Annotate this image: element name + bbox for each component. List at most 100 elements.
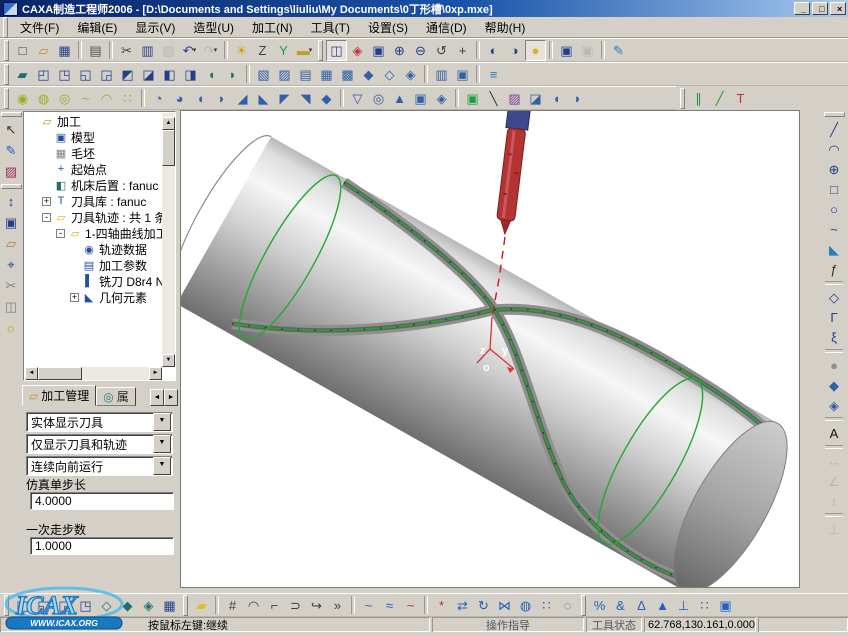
rib-feature-icon[interactable]: ▤▾ xyxy=(295,64,316,85)
hatch-tool-icon[interactable]: ▨▾ xyxy=(504,88,525,109)
copy-icon[interactable]: ▥▾ xyxy=(137,40,158,61)
spline-delete-icon[interactable]: ~ xyxy=(400,595,421,616)
rotate-view-icon[interactable]: ↺▾ xyxy=(431,40,452,61)
rotate-3d-icon[interactable]: ↻ xyxy=(473,595,494,616)
array-circular-icon[interactable]: ◌ xyxy=(557,595,578,616)
tree-expander-icon[interactable]: - xyxy=(42,213,51,222)
percent-tool-icon[interactable]: % xyxy=(589,595,610,616)
revolve-surface-icon[interactable]: ◈ xyxy=(824,395,845,415)
break-curve-icon[interactable]: » xyxy=(327,595,348,616)
redo-icon[interactable]: ↷▾ xyxy=(200,40,221,61)
trim-surface-icon[interactable]: ◪▾ xyxy=(525,88,546,109)
solid-cylinder-icon[interactable]: ◱ xyxy=(33,595,54,616)
scrollbar-thumb[interactable] xyxy=(162,130,175,166)
curve-fillet-icon[interactable]: ◠▾ xyxy=(96,88,117,109)
window-copy-icon[interactable]: ▣ xyxy=(715,595,736,616)
loft-boss-icon[interactable]: ◲▾ xyxy=(96,64,117,85)
redraw-icon[interactable]: ◈▾ xyxy=(347,40,368,61)
surface-ruled-icon[interactable]: ◔▾ xyxy=(148,88,169,109)
chamfer-curve-icon[interactable]: ⌐ xyxy=(264,595,285,616)
minimize-button[interactable]: _ xyxy=(794,2,810,15)
view-envelope-icon[interactable]: ◫ xyxy=(1,296,22,317)
draft-feature-icon[interactable]: ▨▾ xyxy=(274,64,295,85)
trajectory-line-icon[interactable]: ╱▾ xyxy=(709,88,730,109)
delete-eraser-icon[interactable]: ▰ xyxy=(191,595,212,616)
menu-help[interactable]: 帮助(H) xyxy=(476,17,535,38)
trim-scissors-icon[interactable]: ✂ xyxy=(1,275,22,296)
line-tool-icon[interactable]: ╲▾ xyxy=(483,88,504,109)
tree-expander-icon[interactable]: - xyxy=(56,229,65,238)
shaded-display-icon[interactable]: ●▾ xyxy=(525,40,546,61)
menu-communication[interactable]: 通信(D) xyxy=(417,17,476,38)
tree-expander-icon[interactable]: + xyxy=(70,293,79,302)
trim-curve-icon[interactable]: ⊃ xyxy=(285,595,306,616)
grid-surface-icon[interactable]: ▣▾ xyxy=(410,88,431,109)
arc-icon[interactable]: ◠ xyxy=(824,139,845,159)
curve-grid-icon[interactable]: ∷▾ xyxy=(117,88,138,109)
viewport[interactable]: z y o xyxy=(180,110,800,588)
toolbar-grip[interactable] xyxy=(318,40,323,61)
scroll-down-icon[interactable]: ▼ xyxy=(162,354,175,367)
zoom-out-icon[interactable]: ⊖▾ xyxy=(410,40,431,61)
feature-tree-icon[interactable]: ≡▾ xyxy=(483,64,504,85)
toolbar-grip[interactable] xyxy=(183,595,188,616)
scroll-left-icon[interactable]: ◄ xyxy=(25,367,38,380)
datum-tool-icon[interactable]: ⊥ xyxy=(673,595,694,616)
tree-vertical-scrollbar[interactable]: ▲ ▼ xyxy=(162,113,175,367)
mesh-tool-icon[interactable]: ▲▾ xyxy=(389,88,410,109)
dynamic-view-icon[interactable]: Z▾ xyxy=(252,40,273,61)
revolve-cut-icon[interactable]: ◪▾ xyxy=(138,64,159,85)
tree-item-toolpaths[interactable]: - ▱ 刀具轨迹 : 共 1 条 xyxy=(25,209,162,225)
cut-icon[interactable]: ✂▾ xyxy=(116,40,137,61)
appearance-pen-icon[interactable]: ✎▾ xyxy=(608,40,629,61)
loft-cut-icon[interactable]: ◨▾ xyxy=(180,64,201,85)
shell-feature-icon[interactable]: ▧▾ xyxy=(253,64,274,85)
translate-icon[interactable]: ⇄ xyxy=(452,595,473,616)
polygon-icon[interactable]: ◇ xyxy=(824,287,845,307)
tree-item-model[interactable]: ▣ 模型 xyxy=(25,129,162,145)
render-image-icon[interactable]: ▨ xyxy=(1,161,22,182)
fillet-feature-icon[interactable]: ◖▾ xyxy=(201,64,222,85)
tree-item-start-point[interactable]: + 起始点 xyxy=(25,161,162,177)
tree-item-machining-params[interactable]: ▤ 加工参数 xyxy=(25,257,162,273)
new-file-icon[interactable]: □▾ xyxy=(12,40,33,61)
open-file-icon[interactable]: ▱▾ xyxy=(33,40,54,61)
extrude-cut-icon[interactable]: ◩▾ xyxy=(117,64,138,85)
hint-bulb-icon[interactable]: ☼ xyxy=(1,317,22,338)
solid-torus-icon[interactable]: ◆ xyxy=(117,595,138,616)
toolbar-grip[interactable] xyxy=(4,64,9,85)
simulate-tool-icon[interactable]: T▾ xyxy=(730,88,751,109)
toolbar-grip[interactable] xyxy=(3,17,8,38)
explode-icon[interactable]: * xyxy=(431,595,452,616)
zoom-in-icon[interactable]: ⊕▾ xyxy=(389,40,410,61)
delta-tool-icon[interactable]: Δ xyxy=(631,595,652,616)
datum-icon[interactable]: ⊥ xyxy=(824,519,845,539)
wireframe-tool-icon[interactable]: ▽▾ xyxy=(347,88,368,109)
solid-wedge-icon[interactable]: ◇ xyxy=(96,595,117,616)
boolean-add-icon[interactable]: ◆▾ xyxy=(358,64,379,85)
hidden-line-display-icon[interactable]: ◑▾ xyxy=(504,40,525,61)
menu-settings[interactable]: 设置(S) xyxy=(359,17,417,38)
dropdown-arrow-icon[interactable]: ▾ xyxy=(193,47,197,54)
toolbar-grip[interactable] xyxy=(680,88,685,109)
toolbar-grip[interactable] xyxy=(4,40,9,61)
spline-edit-icon[interactable]: ~ xyxy=(358,595,379,616)
zoom-window-icon[interactable]: ▣▾ xyxy=(368,40,389,61)
curve-arc-icon[interactable]: ◎▾ xyxy=(54,88,75,109)
undo-icon[interactable]: ↶▾ xyxy=(179,40,200,61)
tree-expander-icon[interactable]: + xyxy=(42,197,51,206)
point-tool-icon[interactable]: ◎▾ xyxy=(368,88,389,109)
surface-extend-icon[interactable]: ◥▾ xyxy=(295,88,316,109)
render-lamp-icon[interactable]: ☀▾ xyxy=(231,40,252,61)
spline-insert-icon[interactable]: ≈ xyxy=(379,595,400,616)
tree-item-tool-library[interactable]: + T 刀具库 : fanuc xyxy=(25,193,162,209)
surface-mesh-icon[interactable]: ◢▾ xyxy=(232,88,253,109)
tree-item-4axis-curve-machining[interactable]: - ▱ 1-四轴曲线加工 xyxy=(25,225,162,241)
tree-item-blank[interactable]: ▦ 毛坯 xyxy=(25,145,162,161)
dim-angle-icon[interactable]: ∠ xyxy=(824,471,845,491)
mirror-3d-icon[interactable]: ⋈ xyxy=(494,595,515,616)
split-surface-icon[interactable]: ◖▾ xyxy=(546,88,567,109)
sim-step-input[interactable] xyxy=(30,492,174,510)
viewport-canvas[interactable]: z y o xyxy=(181,111,799,587)
surface-offset-icon[interactable]: ◤▾ xyxy=(274,88,295,109)
